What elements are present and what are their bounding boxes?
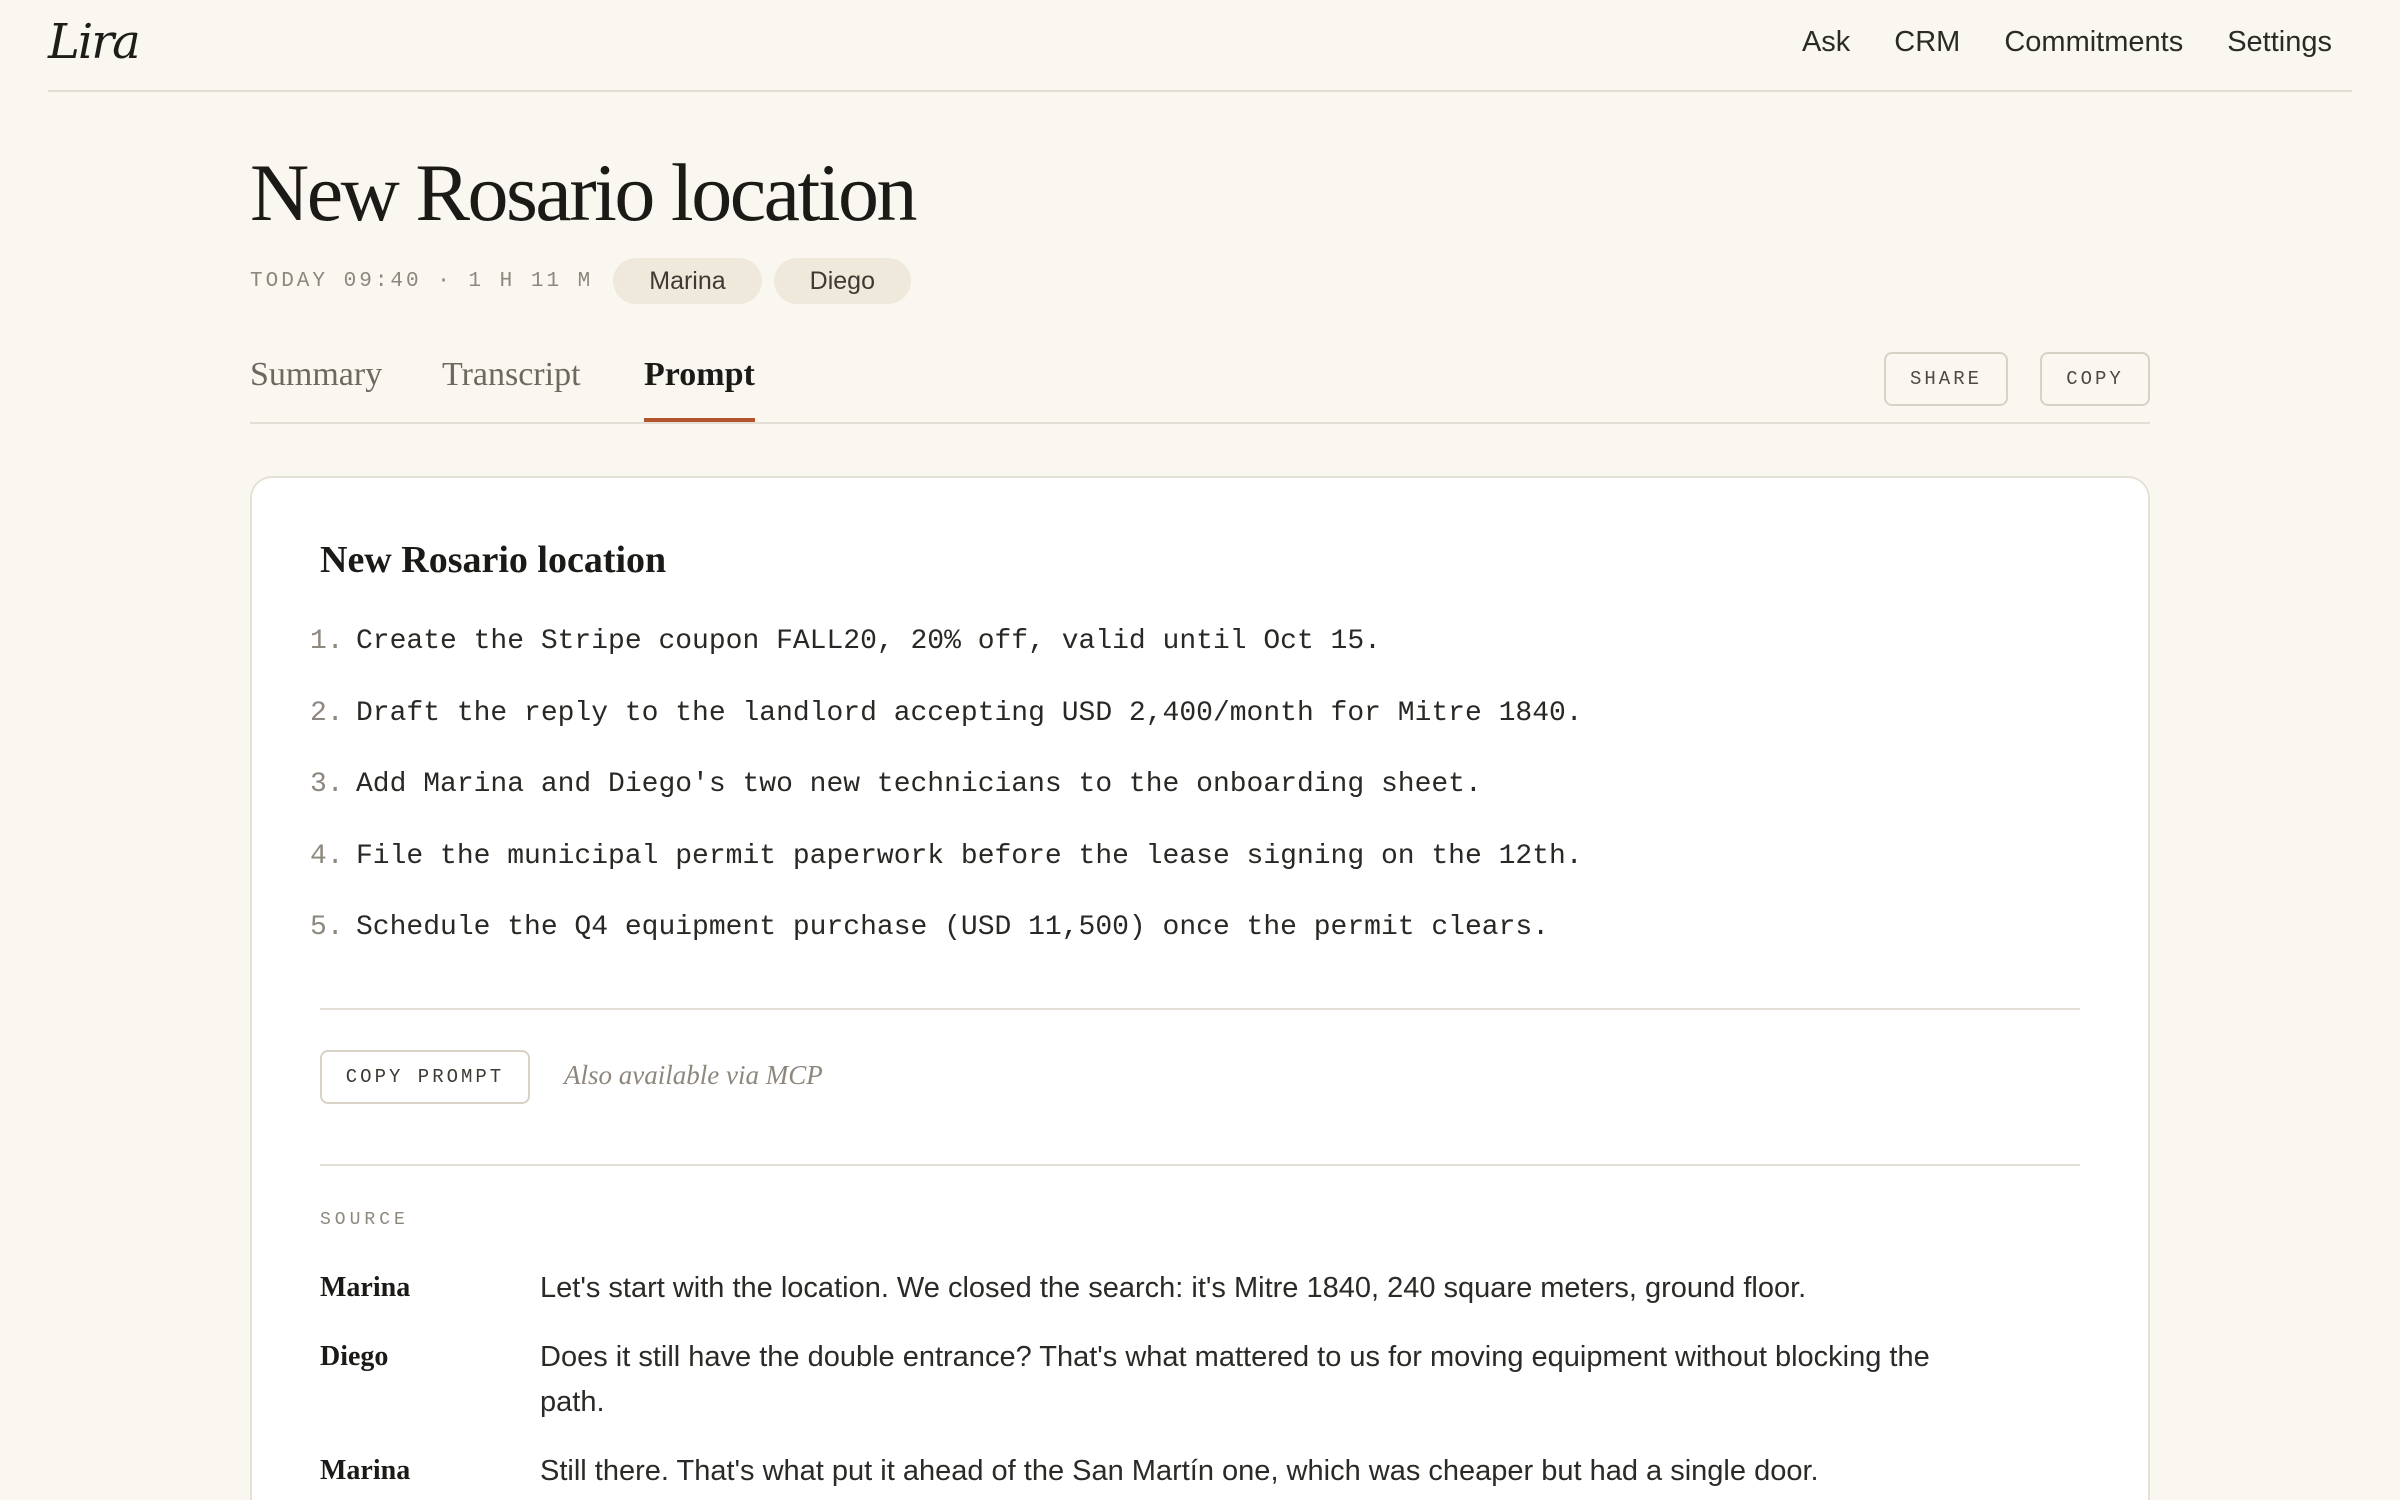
tab-summary[interactable]: Summary bbox=[250, 356, 382, 422]
speaker-name: Marina bbox=[320, 1272, 411, 1303]
step-number: 4. bbox=[310, 840, 344, 872]
speaker-name: Diego bbox=[320, 1341, 389, 1372]
nav-commitments[interactable]: Commitments bbox=[2004, 26, 2183, 59]
step-text: Draft the reply to the landlord acceptin… bbox=[356, 697, 1583, 729]
prompt-card: New Rosario location 1. Create the Strip… bbox=[250, 476, 2150, 1500]
nav-settings[interactable]: Settings bbox=[2227, 26, 2332, 59]
source-line: Marina Let's start with the location. We… bbox=[320, 1266, 2080, 1311]
speaker-name: Marina bbox=[320, 1455, 411, 1486]
step-text: Add Marina and Diego's two new technicia… bbox=[356, 769, 1482, 800]
prompt-steps: 1. Create the Stripe coupon FALL20, 20% … bbox=[310, 626, 1583, 984]
copy-prompt-button[interactable]: COPY PROMPT bbox=[320, 1050, 530, 1104]
prompt-title: New Rosario location bbox=[320, 539, 667, 581]
source-label: SOURCE bbox=[320, 1210, 409, 1230]
tab-transcript[interactable]: Transcript bbox=[442, 356, 581, 422]
utterance-text: Let's start with the location. We closed… bbox=[540, 1272, 1807, 1304]
copy-button[interactable]: COPY bbox=[2040, 352, 2150, 406]
meeting-meta: TODAY 09:40 · 1 H 11 M Marina Diego bbox=[250, 258, 923, 304]
prompt-step: 1. Create the Stripe coupon FALL20, 20% … bbox=[310, 626, 1583, 698]
meeting-time-duration: TODAY 09:40 · 1 H 11 M bbox=[250, 269, 594, 293]
participant-chip-marina[interactable]: Marina bbox=[613, 258, 762, 304]
nav-crm[interactable]: CRM bbox=[1894, 26, 1960, 59]
step-text: Create the Stripe coupon FALL20, 20% off… bbox=[356, 626, 1381, 657]
prompt-step: 3. Add Marina and Diego's two new techni… bbox=[310, 769, 1583, 841]
step-text: File the municipal permit paperwork befo… bbox=[356, 840, 1583, 872]
share-button[interactable]: SHARE bbox=[1884, 352, 2008, 406]
tab-prompt[interactable]: Prompt bbox=[644, 356, 755, 422]
main-nav: Ask CRM Commitments Settings bbox=[1802, 26, 2332, 59]
tab-bar: Summary Transcript Prompt SHARE COPY bbox=[250, 340, 2150, 424]
source-line: Marina Still there. That's what put it a… bbox=[320, 1449, 2080, 1494]
nav-ask[interactable]: Ask bbox=[1802, 26, 1850, 59]
top-bar: Lira Ask CRM Commitments Settings bbox=[48, 0, 2352, 92]
step-number: 5. bbox=[310, 912, 344, 943]
step-text: Schedule the Q4 equipment purchase (USD … bbox=[356, 912, 1549, 943]
divider bbox=[320, 1008, 2080, 1010]
page-title: New Rosario location bbox=[250, 147, 918, 238]
mcp-note: Also available via MCP bbox=[564, 1060, 823, 1090]
utterance-text: Does it still have the double entrance? … bbox=[540, 1341, 1930, 1418]
utterance-text: Still there. That's what put it ahead of… bbox=[540, 1455, 1819, 1487]
step-number: 2. bbox=[310, 697, 344, 729]
prompt-step: 4. File the municipal permit paperwork b… bbox=[310, 841, 1583, 913]
prompt-step: 2. Draft the reply to the landlord accep… bbox=[310, 698, 1583, 770]
step-number: 3. bbox=[310, 769, 344, 800]
divider bbox=[320, 1164, 2080, 1166]
app-logo[interactable]: Lira bbox=[48, 14, 141, 70]
source-line: Diego Does it still have the double entr… bbox=[320, 1335, 2080, 1425]
participant-chip-diego[interactable]: Diego bbox=[773, 258, 911, 304]
prompt-step: 5. Schedule the Q4 equipment purchase (U… bbox=[310, 912, 1583, 984]
step-number: 1. bbox=[310, 626, 344, 657]
